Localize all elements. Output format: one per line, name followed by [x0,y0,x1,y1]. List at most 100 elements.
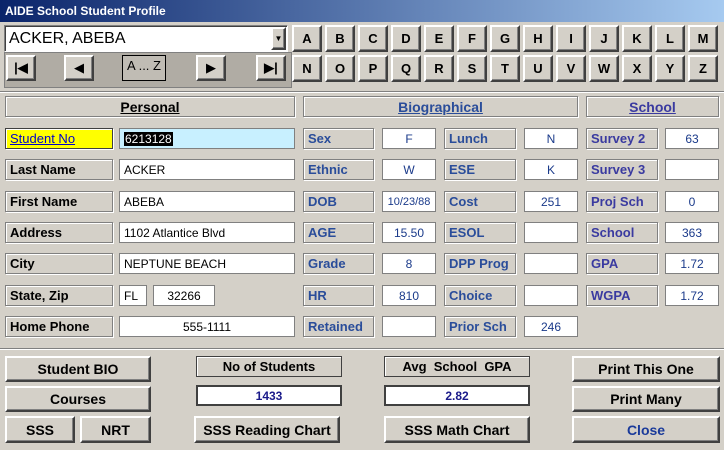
last-record-button[interactable]: ▶| [256,55,286,81]
city-label: City [5,253,113,274]
student-no-field[interactable]: 6213128 [119,128,295,149]
wgpa-label: WGPA [586,285,658,306]
letter-button-z[interactable]: Z [688,55,718,82]
survey3-field[interactable] [665,159,719,180]
nrt-button[interactable]: NRT [80,416,151,443]
letter-button-d[interactable]: D [391,25,421,52]
cost-label: Cost [444,191,516,212]
letter-button-w[interactable]: W [589,55,619,82]
chevron-down-icon[interactable]: ▼ [271,27,286,50]
zip-field[interactable]: 32266 [153,285,215,306]
city-field[interactable]: NEPTUNE BEACH [119,253,295,274]
choice-label: Choice [444,285,516,306]
proj-sch-label: Proj Sch [586,191,658,212]
wgpa-field[interactable]: 1.72 [665,285,719,306]
letter-button-i[interactable]: I [556,25,586,52]
divider-bottom [0,348,724,350]
letter-button-t[interactable]: T [490,55,520,82]
retained-field[interactable] [382,316,436,337]
dpp-prog-label: DPP Prog [444,253,516,274]
school-label: School [586,222,658,243]
dpp-prog-field[interactable] [524,253,578,274]
print-this-one-button[interactable]: Print This One [572,356,720,382]
section-school: School [586,96,719,117]
state-zip-label: State, Zip [5,285,113,306]
letter-button-s[interactable]: S [457,55,487,82]
ese-field[interactable]: K [524,159,578,180]
ese-label: ESE [444,159,516,180]
sss-reading-chart-button[interactable]: SSS Reading Chart [194,416,340,443]
letter-button-v[interactable]: V [556,55,586,82]
next-record-button[interactable]: ▶ [196,55,226,81]
home-phone-field[interactable]: 555-1111 [119,316,295,337]
student-bio-button[interactable]: Student BIO [5,356,151,382]
letter-button-y[interactable]: Y [655,55,685,82]
letter-button-h[interactable]: H [523,25,553,52]
esol-field[interactable] [524,222,578,243]
section-personal: Personal [5,96,295,117]
sss-button[interactable]: SSS [5,416,75,443]
letter-button-b[interactable]: B [325,25,355,52]
sss-math-chart-button[interactable]: SSS Math Chart [384,416,530,443]
state-field[interactable]: FL [119,285,147,306]
prior-sch-field[interactable]: 246 [524,316,578,337]
letter-button-a[interactable]: A [292,25,322,52]
letter-button-k[interactable]: K [622,25,652,52]
letter-button-e[interactable]: E [424,25,454,52]
first-name-field[interactable]: ABEBA [119,191,295,212]
gpa-field[interactable]: 1.72 [665,253,719,274]
address-field[interactable]: 1102 Atlantice Blvd [119,222,295,243]
survey2-field[interactable]: 63 [665,128,719,149]
school-field[interactable]: 363 [665,222,719,243]
letter-button-j[interactable]: J [589,25,619,52]
lunch-label: Lunch [444,128,516,149]
letter-button-m[interactable]: M [688,25,718,52]
ethnic-field[interactable]: W [382,159,436,180]
choice-field[interactable] [524,285,578,306]
grade-field[interactable]: 8 [382,253,436,274]
first-record-button[interactable]: |◀ [6,55,36,81]
avg-gpa-label: Avg School GPA [384,356,530,377]
survey2-label: Survey 2 [586,128,658,149]
sex-field[interactable]: F [382,128,436,149]
student-no-label: Student No [5,128,113,149]
num-students-label: No of Students [196,356,342,377]
dob-label: DOB [303,191,374,212]
letter-button-r[interactable]: R [424,55,454,82]
num-students-field: 1433 [196,385,342,406]
letter-button-g[interactable]: G [490,25,520,52]
prev-record-button[interactable]: ◀ [64,55,94,81]
proj-sch-field[interactable]: 0 [665,191,719,212]
letter-button-q[interactable]: Q [391,55,421,82]
lunch-field[interactable]: N [524,128,578,149]
first-name-label: First Name [5,191,113,212]
az-button[interactable]: A ... Z [122,55,166,81]
last-name-field[interactable]: ACKER [119,159,295,180]
dob-field[interactable]: 10/23/88 [382,191,436,212]
hr-field[interactable]: 810 [382,285,436,306]
grade-label: Grade [303,253,374,274]
letter-button-n[interactable]: N [292,55,322,82]
prior-sch-label: Prior Sch [444,316,516,337]
student-select[interactable]: ACKER, ABEBA ▼ [4,25,288,52]
letter-button-f[interactable]: F [457,25,487,52]
letter-button-o[interactable]: O [325,55,355,82]
courses-button[interactable]: Courses [5,386,151,412]
student-no-value: 6213128 [124,131,173,146]
print-many-button[interactable]: Print Many [572,386,720,412]
letter-button-x[interactable]: X [622,55,652,82]
age-label: AGE [303,222,374,243]
close-button[interactable]: Close [572,416,720,443]
letter-button-l[interactable]: L [655,25,685,52]
letter-button-c[interactable]: C [358,25,388,52]
divider-top [0,91,724,93]
letter-button-p[interactable]: P [358,55,388,82]
age-field[interactable]: 15.50 [382,222,436,243]
cost-field[interactable]: 251 [524,191,578,212]
window-title: AIDE School Student Profile [5,4,166,18]
esol-label: ESOL [444,222,516,243]
section-biographical: Biographical [303,96,578,117]
title-bar: AIDE School Student Profile [0,0,724,22]
sex-label: Sex [303,128,374,149]
letter-button-u[interactable]: U [523,55,553,82]
